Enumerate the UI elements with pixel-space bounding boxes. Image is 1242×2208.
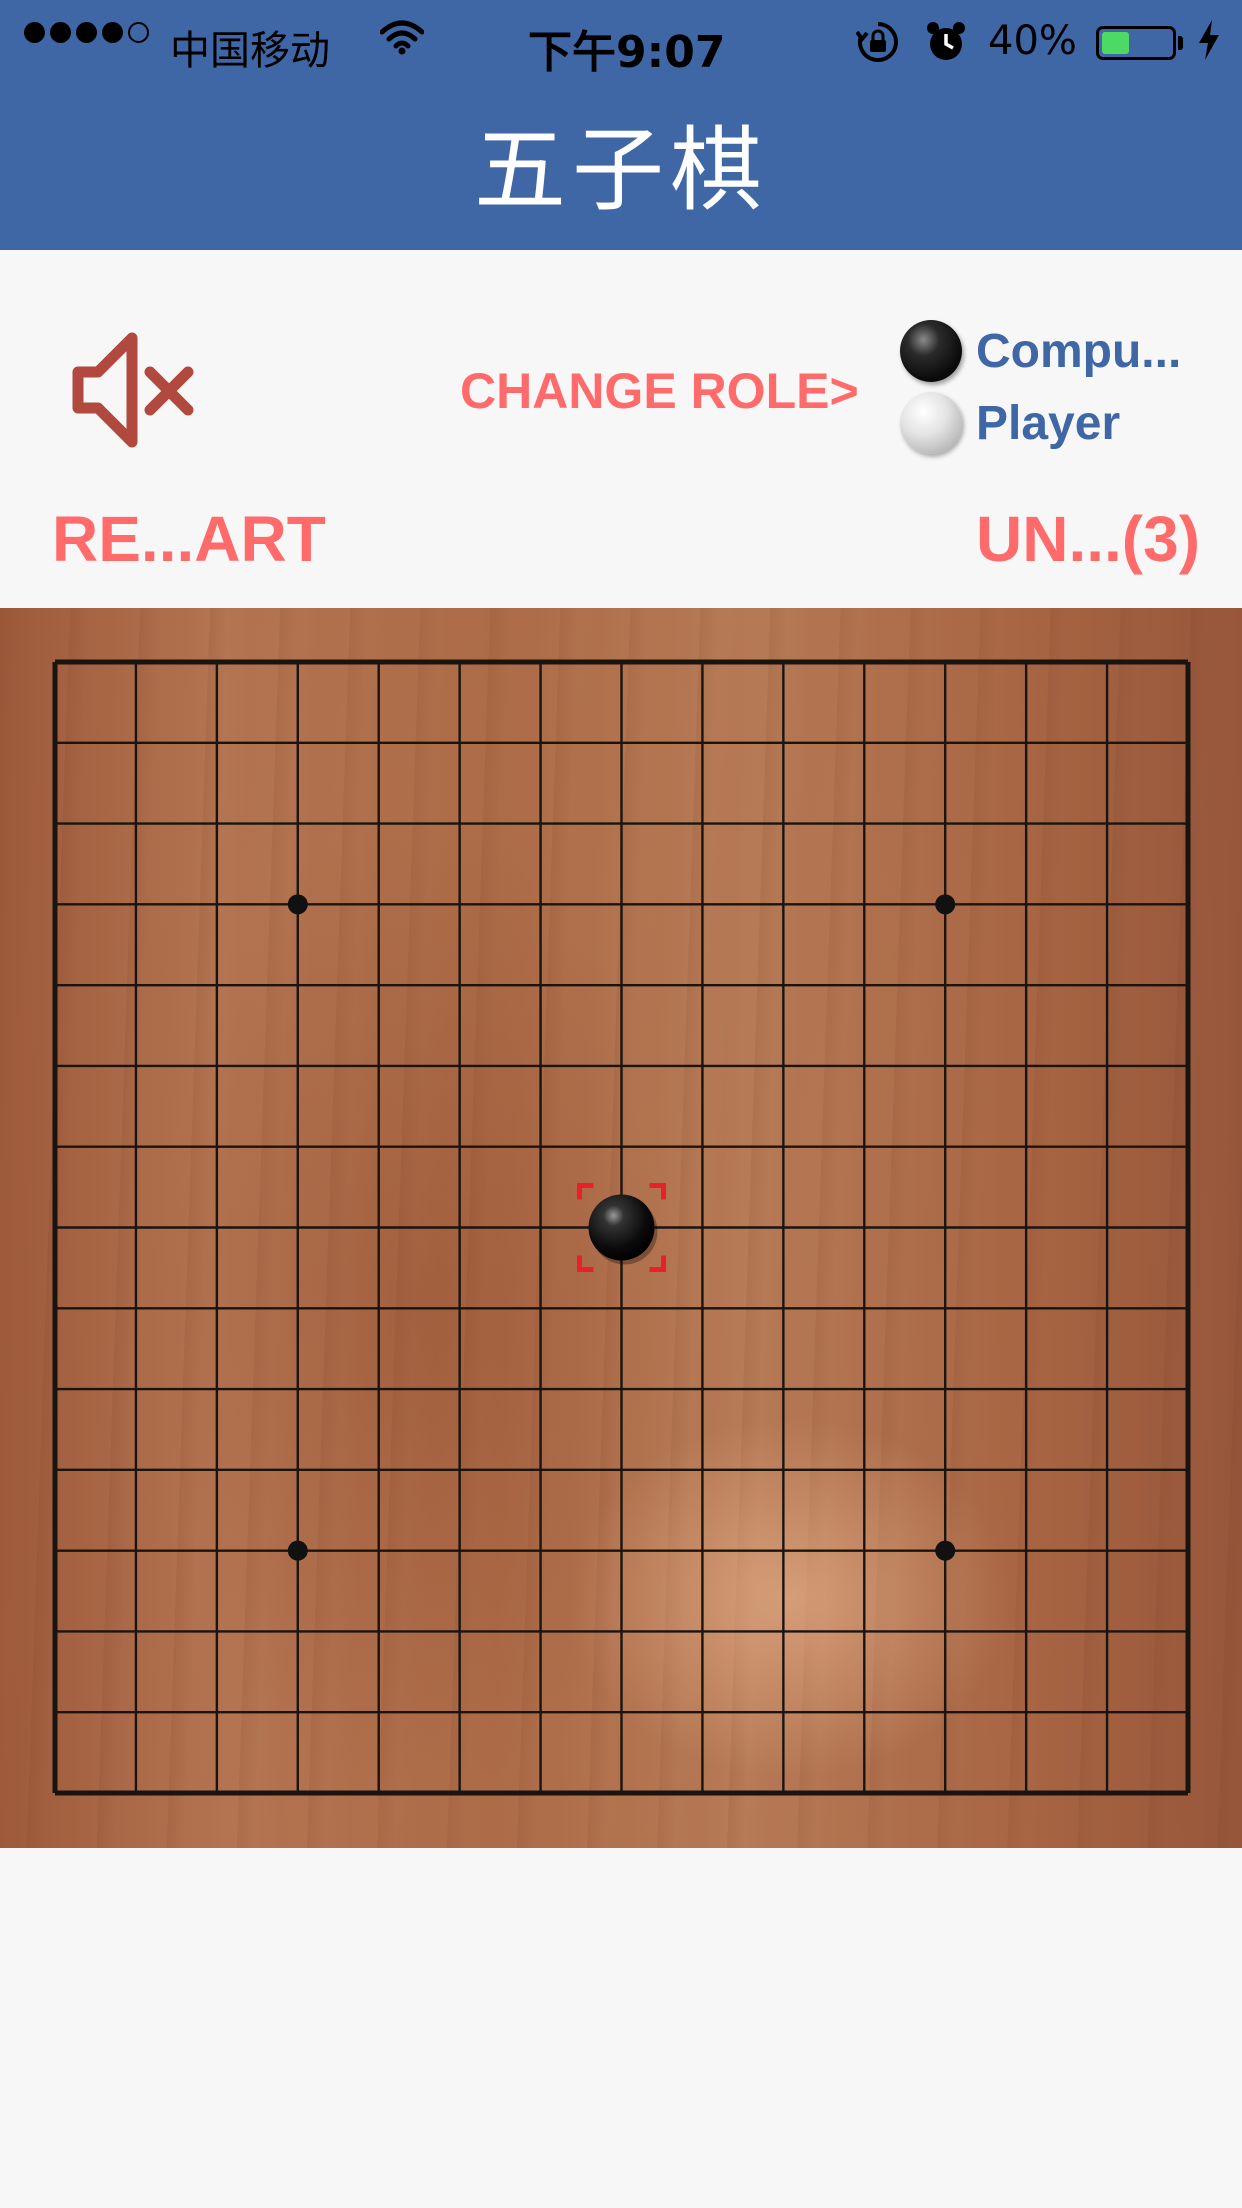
speaker-muted-icon — [72, 332, 194, 448]
star-point — [935, 894, 956, 915]
mute-button[interactable] — [70, 330, 200, 450]
role-label-player: Player — [976, 396, 1121, 450]
gomoku-board[interactable] — [0, 608, 1242, 1848]
last-move-marker — [577, 1255, 594, 1272]
board-grid — [52, 659, 1191, 1796]
rotation-lock-icon — [855, 20, 900, 74]
change-role-button[interactable]: CHANGE ROLE> — [460, 362, 859, 420]
battery-percent: 40% — [988, 18, 1077, 64]
restart-button[interactable]: RE...ART — [52, 502, 326, 576]
white-stone-icon — [900, 392, 962, 454]
star-point — [287, 1540, 308, 1561]
signal-dot — [50, 22, 71, 43]
charging-bolt-icon — [1196, 18, 1222, 72]
black-stone — [588, 1194, 655, 1261]
battery-icon — [1096, 26, 1176, 60]
role-label-computer: Compu... — [976, 324, 1182, 378]
header-bar: 中国移动 下午9:07 40% 五子棋 — [0, 0, 1242, 250]
last-move-marker — [649, 1255, 666, 1272]
wifi-icon — [379, 20, 425, 66]
role-computer: Compu... — [900, 320, 1181, 382]
signal-strength-icon — [24, 22, 149, 43]
role-player: Player — [900, 392, 1120, 454]
signal-dot — [102, 22, 123, 43]
alarm-clock-icon — [924, 20, 968, 74]
signal-dot — [128, 22, 149, 43]
carrier-name: 中国移动 — [170, 28, 330, 74]
battery-cap — [1178, 36, 1183, 50]
signal-dot — [24, 22, 45, 43]
clock: 下午9:07 — [528, 27, 726, 78]
app-title: 五子棋 — [473, 117, 768, 224]
star-point — [287, 894, 308, 915]
signal-dot — [76, 22, 97, 43]
battery-level-fill — [1102, 32, 1129, 54]
last-move-marker — [577, 1183, 594, 1200]
undo-button[interactable]: UN...(3) — [976, 502, 1200, 576]
status-bar: 中国移动 下午9:07 40% — [0, 0, 1242, 88]
app-screen: 中国移动 下午9:07 40% 五子棋 CHANGE ROLE> Compu..… — [0, 0, 1242, 2208]
star-point — [935, 1540, 956, 1561]
black-stone-icon — [900, 320, 962, 382]
last-move-marker — [649, 1183, 666, 1200]
